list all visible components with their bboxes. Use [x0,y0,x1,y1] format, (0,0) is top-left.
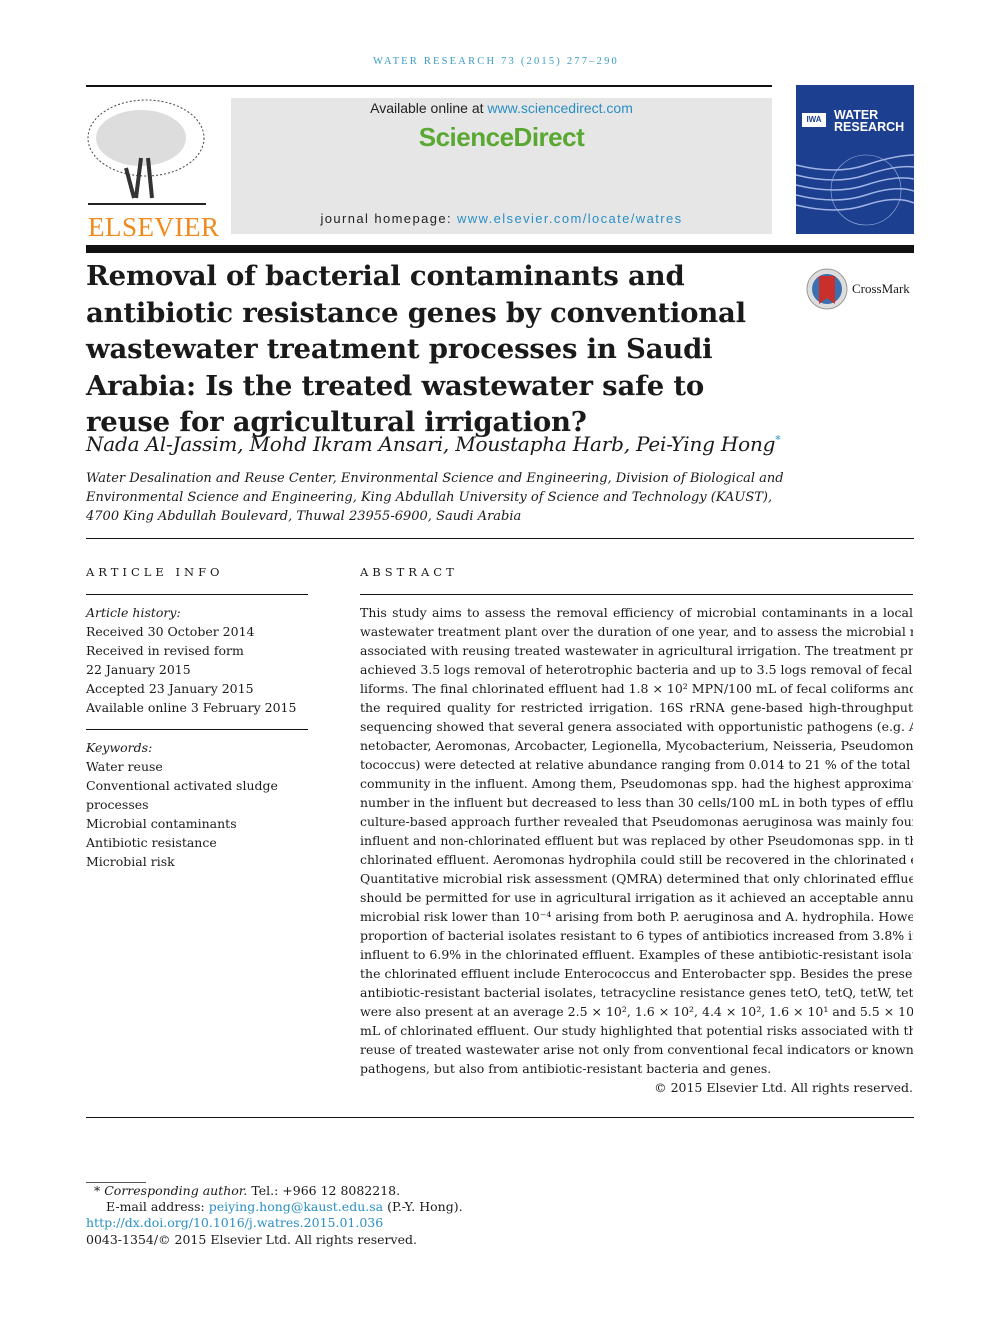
abstract-line: culture-based approach further revealed … [360,814,913,829]
abstract-line: pathogens, but also from antibiotic-resi… [360,1061,772,1076]
abstract-line: influent to 6.9% in the chlorinated effl… [360,947,913,962]
keyword: processes [86,797,149,812]
divider [360,594,913,595]
iwa-badge: IWA [802,113,826,127]
history-item: Available online 3 February 2015 [86,700,297,715]
running-header: WATER RESEARCH 73 (2015) 277–290 [373,56,619,67]
abstract-line: netobacter, Aeromonas, Arcobacter, Legio… [360,738,913,753]
abstract-line: were also present at an average 2.5 × 10… [360,1004,913,1019]
abstract: ABSTRACT This study aims to assess the r… [360,563,913,1097]
corresponding-author-mark[interactable]: * [775,433,781,446]
affiliation: Water Desalination and Reuse Center, Env… [86,471,784,524]
email-link[interactable]: peiying.hong@kaust.edu.sa [209,1199,383,1214]
abstract-heading: ABSTRACT [360,565,458,579]
paper-page: WATER RESEARCH 73 (2015) 277–290 ELSEVIE… [0,0,992,1323]
history-item: Received 30 October 2014 [86,624,255,639]
abstract-bottom-rule [86,1117,914,1118]
abstract-line: the required quality for restricted irri… [360,700,913,715]
elsevier-tree-logo [87,99,206,205]
keyword: Conventional activated sludge [86,778,278,793]
corresponding-phone: Tel.: +966 12 8082218. [247,1183,401,1198]
history-item: 22 January 2015 [86,662,191,677]
cover-wave-graphic [796,154,914,226]
sciencedirect-logo: ScienceDirect [418,122,585,152]
journal-homepage-link[interactable]: www.elsevier.com/locate/watres [457,211,683,226]
article-info-heading: ARTICLE INFO [86,565,224,579]
available-online-text: Available online at [370,100,488,116]
keyword: Water reuse [86,759,163,774]
keyword: Microbial contaminants [86,816,237,831]
issn-copyright: 0043-1354/© 2015 Elsevier Ltd. All right… [86,1232,417,1247]
divider [86,729,308,730]
article-title: Removal of bacterial contaminants and an… [86,260,746,438]
keyword: Microbial risk [86,854,175,869]
abstract-body: This study aims to assess the removal ef… [360,603,913,1078]
article-history-label: Article history: [86,605,181,620]
abstract-line: microbial risk lower than 10⁻⁴ arising f… [360,909,913,924]
abstract-line: sequencing showed that several genera as… [360,719,913,734]
abstract-line: tococcus) were detected at relative abun… [360,757,913,772]
footnote-mark: * [94,1183,101,1198]
abstract-line: achieved 3.5 logs removal of heterotroph… [360,662,913,677]
crossmark-badge[interactable]: CrossMark [806,268,910,310]
authors-text: Nada Al-Jassim, Mohd Ikram Ansari, Moust… [86,432,776,456]
affiliation-rule [86,538,914,539]
history-item: Received in revised form [86,643,244,658]
abstract-line: should be permitted for use in agricultu… [360,890,913,905]
abstract-line: mL of chlorinated effluent. Our study hi… [360,1023,913,1038]
article-info: ARTICLE INFO Article history: Received 3… [86,563,308,871]
abstract-line: reuse of treated wastewater arise not on… [360,1042,913,1057]
abstract-line: influent and non-chlorinated effluent bu… [360,833,913,848]
corresponding-author-label: Corresponding author. [104,1183,248,1198]
journal-homepage-label: journal homepage: [320,211,457,226]
abstract-line: wastewater treatment plant over the dura… [360,624,913,639]
keywords-label: Keywords: [86,740,153,755]
crossmark-icon [806,268,848,310]
abstract-line: Quantitative microbial risk assessment (… [360,871,913,886]
email-suffix: (P.-Y. Hong). [383,1199,463,1214]
abstract-line: antibiotic-resistant bacterial isolates,… [360,985,913,1000]
history-item: Accepted 23 January 2015 [86,681,254,696]
footnotes: * Corresponding author. Tel.: +966 12 80… [86,1183,463,1248]
divider [86,594,308,595]
abstract-line: chlorinated effluent. Aeromonas hydrophi… [360,852,913,867]
abstract-line: number in the influent but decreased to … [360,795,913,810]
author-list: Nada Al-Jassim, Mohd Ikram Ansari, Moust… [86,432,781,456]
abstract-line: This study aims to assess the removal ef… [360,605,913,620]
journal-cover: IWA WATER RESEARCH [796,85,914,234]
crossmark-label: CrossMark [852,281,910,296]
keyword: Antibiotic resistance [86,835,217,850]
abstract-line: community in the influent. Among them, P… [360,776,913,791]
title-top-bar [86,245,914,253]
email-label: E-mail address: [106,1199,209,1214]
header-rule [86,85,772,87]
elsevier-wordmark: ELSEVIER [88,212,220,242]
sciencedirect-banner: Available online at www.sciencedirect.co… [231,98,772,234]
abstract-line: the chlorinated effluent include Enteroc… [360,966,913,981]
abstract-line: associated with reusing treated wastewat… [360,643,913,658]
sciencedirect-link[interactable]: www.sciencedirect.com [487,100,633,116]
cover-title-2: RESEARCH [834,120,905,134]
abstract-line: proportion of bacterial isolates resista… [360,928,913,943]
abstract-line: liforms. The final chlorinated effluent … [360,681,913,696]
abstract-copyright: © 2015 Elsevier Ltd. All rights reserved… [654,1080,913,1095]
doi-link[interactable]: http://dx.doi.org/10.1016/j.watres.2015.… [86,1215,463,1231]
